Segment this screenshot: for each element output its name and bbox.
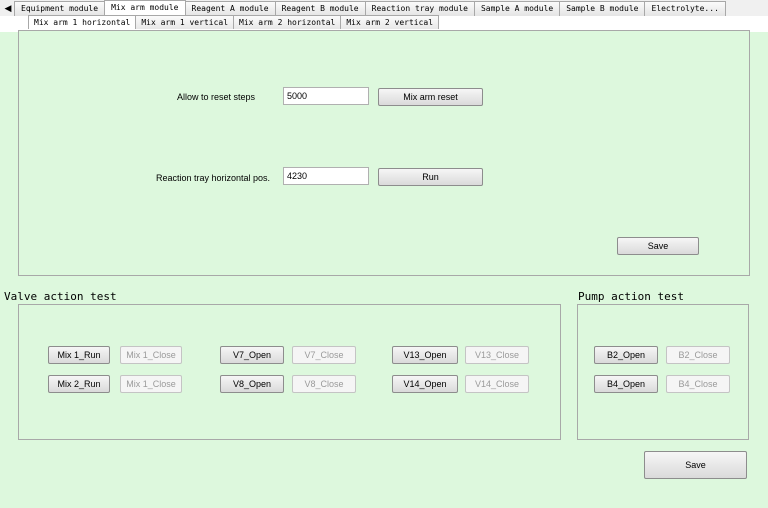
tab-mix-arm-1-horizontal[interactable]: Mix arm 1 horizontal	[28, 15, 137, 29]
tab-sample-b-module[interactable]: Sample B module	[559, 1, 646, 16]
tab-sample-a-module[interactable]: Sample A module	[473, 1, 561, 16]
mix-arm-1-horizontal-panel: Allow to reset steps Mix arm reset React…	[18, 30, 750, 276]
mix-2-run-button[interactable]: Mix 2_Run	[48, 375, 110, 393]
v8-open-button[interactable]: V8_Open	[220, 375, 284, 393]
pump-action-test-group: B2_Open B2_Close B4_Open B4_Close	[577, 304, 749, 440]
reset-steps-input[interactable]	[283, 87, 369, 105]
mix-2-close-button: Mix 1_Close	[120, 375, 182, 393]
tray-horizontal-pos-label: Reaction tray horizontal pos.	[156, 173, 271, 183]
mix-arm-reset-button[interactable]: Mix arm reset	[378, 88, 483, 106]
v13-close-button: V13_Close	[465, 346, 529, 364]
tray-horizontal-pos-input[interactable]	[283, 167, 369, 185]
tab-reaction-tray-module[interactable]: Reaction tray module	[364, 1, 475, 16]
v14-close-button: V14_Close	[465, 375, 529, 393]
b4-open-button[interactable]: B4_Open	[594, 375, 658, 393]
valve-action-test-group: Mix 1_Run Mix 1_Close V7_Open V7_Close V…	[18, 304, 561, 440]
v13-open-button[interactable]: V13_Open	[392, 346, 458, 364]
tab-mix-arm-2-horizontal[interactable]: Mix arm 2 horizontal	[233, 15, 342, 29]
sub-tabs: Mix arm 1 horizontal Mix arm 1 vertical …	[28, 15, 440, 29]
mix-1-run-button[interactable]: Mix 1_Run	[48, 346, 110, 364]
tab-equipment-module[interactable]: Equipment module	[14, 1, 106, 16]
reset-steps-label: Allow to reset steps	[177, 92, 256, 102]
v14-open-button[interactable]: V14_Open	[392, 375, 458, 393]
tab-scroll-left-icon[interactable]: ◀	[2, 1, 14, 15]
mix-1-close-button: Mix 1_Close	[120, 346, 182, 364]
tab-reagent-a-module[interactable]: Reagent A module	[184, 1, 276, 16]
save-button[interactable]: Save	[644, 451, 747, 479]
run-button[interactable]: Run	[378, 168, 483, 186]
tab-mix-arm-1-vertical[interactable]: Mix arm 1 vertical	[135, 15, 235, 29]
valve-action-test-title: Valve action test	[4, 290, 117, 303]
tab-mix-arm-2-vertical[interactable]: Mix arm 2 vertical	[340, 15, 440, 29]
tab-reagent-b-module[interactable]: Reagent B module	[274, 1, 366, 16]
b2-close-button: B2_Close	[666, 346, 730, 364]
pump-action-test-title: Pump action test	[578, 290, 684, 303]
b4-close-button: B4_Close	[666, 375, 730, 393]
v7-close-button: V7_Close	[292, 346, 356, 364]
b2-open-button[interactable]: B2_Open	[594, 346, 658, 364]
tab-electrolyte-module[interactable]: Electrolyte...	[644, 1, 726, 16]
v7-open-button[interactable]: V7_Open	[220, 346, 284, 364]
panel-save-button[interactable]: Save	[617, 237, 699, 255]
v8-close-button: V8_Close	[292, 375, 356, 393]
